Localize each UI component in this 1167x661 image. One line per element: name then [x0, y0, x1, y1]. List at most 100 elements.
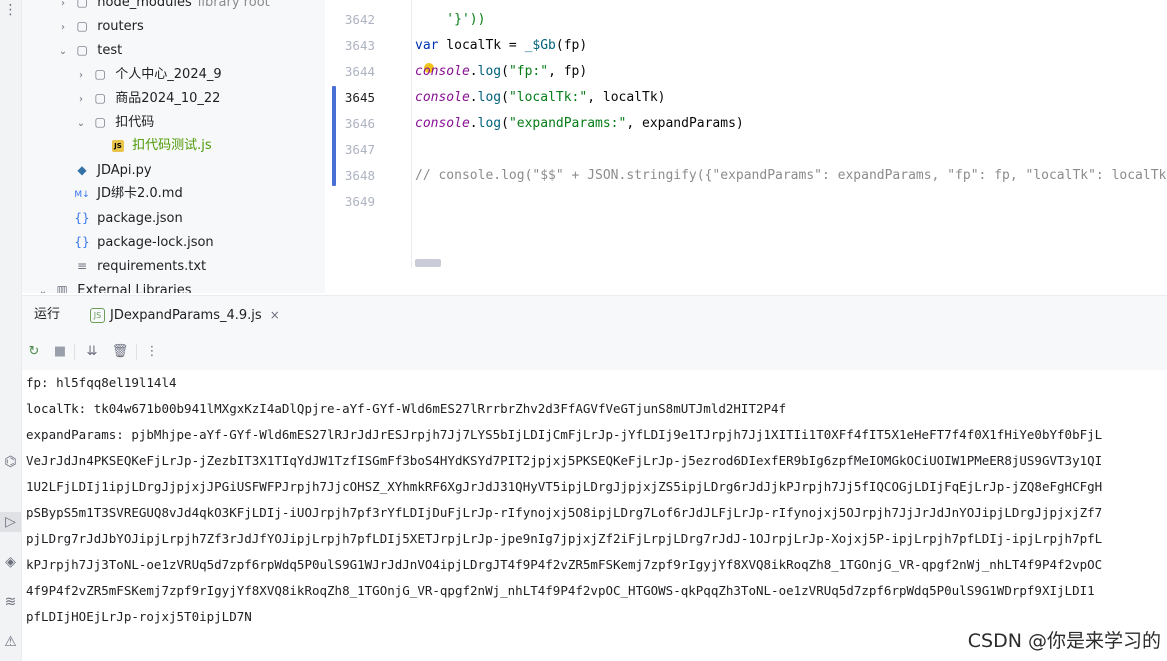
code-token: var: [415, 38, 439, 53]
scroll-to-end-icon[interactable]: ⇊: [82, 342, 102, 362]
tree-item-label: JD绑卡2.0.md: [97, 186, 183, 201]
code-line[interactable]: console.log("localTk:", localTk): [415, 85, 666, 111]
python-packages-icon[interactable]: ◈: [0, 552, 21, 572]
library-icon: ▥: [56, 283, 68, 293]
line-number: 3647: [344, 142, 375, 157]
run-toolbar: ↻ ■ ⇊ 🗑 ⋮: [22, 334, 1167, 370]
project-tree: › ▢ node_modules library root › ▢ routers…: [22, 0, 325, 293]
chevron-down-icon[interactable]: ⌄: [74, 112, 88, 136]
tree-item-package-lock[interactable]: {} package-lock.json: [74, 230, 214, 254]
chevron-right-icon[interactable]: ›: [74, 64, 88, 88]
code-token: console: [415, 90, 470, 105]
tree-item-requirements[interactable]: ≡ requirements.txt: [74, 254, 206, 278]
console-line: fp: hl5fqq8el19l14l4: [26, 375, 177, 390]
run-tool-window-header: 运行 JS JDexpandParams_4.9.js ×: [22, 295, 1167, 336]
js-file-icon: JS: [112, 139, 124, 152]
watermark: CSDN @你是来学习的: [967, 630, 1161, 652]
code-line[interactable]: '}')): [415, 7, 485, 33]
services-icon[interactable]: ⌬: [0, 452, 21, 472]
code-token: _$Gb: [524, 38, 556, 53]
console-line: localTk: tk04w671b00b941lMXgxKzI4aDlQpjr…: [26, 401, 787, 416]
tree-item-label: JDApi.py: [97, 163, 152, 178]
tree-item-label: 商品2024_10_22: [115, 91, 221, 106]
tree-item-label: 扣代码测试.js: [132, 138, 212, 153]
nodejs-icon: JS: [90, 308, 105, 323]
tree-item-label: package-lock.json: [97, 235, 214, 250]
layers-icon[interactable]: ≋: [0, 592, 21, 612]
text-file-icon: ≡: [76, 259, 88, 273]
code-token: "localTk:": [508, 90, 588, 105]
console-line: expandParams: pjbMhjpe-aYf-GYf-Wld6mES27…: [26, 427, 1103, 442]
library-root-hint: library root: [197, 0, 270, 10]
tree-item-label: package.json: [97, 211, 183, 226]
line-number: 3646: [344, 116, 375, 131]
clear-all-icon[interactable]: 🗑: [110, 342, 130, 362]
tree-item-label: External Libraries: [77, 283, 192, 293]
console-line: pjLDrg7rJdJbYOJipjLrpjh7Zf3rJdJfYOJipjLr…: [26, 531, 1103, 546]
tree-item-routers[interactable]: › ▢ routers: [56, 14, 144, 38]
stop-icon[interactable]: ■: [50, 342, 70, 362]
python-file-icon: ◆: [77, 163, 87, 177]
tree-item-kou-daima[interactable]: ⌄ ▢ 扣代码: [74, 110, 155, 136]
tab-run-config[interactable]: JS JDexpandParams_4.9.js ×: [86, 296, 284, 336]
code-token: log: [477, 90, 502, 105]
chevron-right-icon[interactable]: ›: [74, 88, 88, 112]
code-line[interactable]: var localTk = _$Gb(fp): [415, 33, 587, 59]
code-token: (: [501, 90, 509, 105]
tree-item-md[interactable]: M↓ JD绑卡2.0.md: [74, 182, 183, 206]
line-number: 3649: [344, 194, 375, 209]
json-file-icon: {}: [74, 235, 90, 249]
close-icon[interactable]: ×: [270, 308, 280, 322]
code-token: .: [469, 90, 478, 105]
code-token: , expandParams): [626, 116, 744, 131]
tree-item-personal-center[interactable]: › ▢ 个人中心_2024_9: [74, 62, 222, 86]
code-token: , fp): [548, 64, 588, 79]
code-token: (: [501, 116, 509, 131]
code-token: , localTk): [587, 90, 666, 105]
code-token: console: [415, 64, 470, 79]
console-output[interactable]: fp: hl5fqq8el19l14l4 localTk: tk04w671b00…: [22, 370, 1167, 661]
tab-run[interactable]: 运行: [34, 296, 60, 334]
code-token: localTk =: [438, 38, 525, 53]
line-number: 3644: [344, 64, 375, 79]
code-token: (fp): [555, 38, 588, 53]
editor-horizontal-scrollbar[interactable]: [415, 259, 441, 267]
line-number: 3643: [344, 38, 375, 53]
code-token: // console.log("$$" + JSON.stringify({"e…: [415, 168, 1167, 183]
tree-item-label: routers: [97, 19, 144, 34]
console-line: kPJrpjh7Jj3ToNL-oe1zVRUq5d7zpf6rpWdq5P0u…: [26, 557, 1103, 572]
chevron-down-icon[interactable]: ⌄: [56, 40, 70, 64]
console-line: 4f9P4f2vZR5mFSKemj7zpf9rIgyjYf8XVQ8ikRoq…: [26, 583, 1095, 598]
tree-item-label: 个人中心_2024_9: [115, 67, 222, 82]
code-token: "expandParams:": [508, 116, 627, 131]
rerun-icon[interactable]: ↻: [24, 342, 44, 362]
tree-item-node-modules[interactable]: › ▢ node_modules library root: [56, 0, 270, 14]
code-line[interactable]: // console.log("$$" + JSON.stringify({"e…: [415, 163, 1167, 189]
tree-item-package-json[interactable]: {} package.json: [74, 206, 183, 230]
line-number: 3645: [344, 90, 375, 105]
line-gutter: 3642 3643 3644 3645 3646 3647 3648 3649: [325, 0, 411, 293]
tree-item-label: node_modules: [97, 0, 192, 10]
tree-item-jdapi[interactable]: ◆ JDApi.py: [74, 158, 152, 182]
problems-icon[interactable]: ⚠: [0, 632, 21, 652]
code-line[interactable]: console.log("expandParams:", expandParam…: [415, 111, 744, 137]
tree-item-test[interactable]: ⌄ ▢ test: [56, 38, 122, 62]
more-icon[interactable]: ⋮: [0, 0, 21, 20]
toolbar-divider: [136, 344, 137, 360]
more-options-icon[interactable]: ⋮: [142, 342, 162, 362]
chevron-right-icon[interactable]: ›: [56, 16, 70, 40]
chevron-down-icon[interactable]: ⌄: [36, 280, 50, 293]
code-line[interactable]: console.log("fp:", fp): [415, 59, 587, 85]
code-token: log: [477, 116, 502, 131]
folder-icon: ▢: [76, 19, 88, 33]
code-editor[interactable]: 3642 3643 3644 3645 3646 3647 3648 3649 '}')) va…: [325, 0, 1167, 293]
line-number: 3642: [344, 12, 375, 27]
tree-item-external-libraries[interactable]: ⌄ ▥ External Libraries: [36, 278, 192, 293]
console-line: pSBypS5m1T3SVREGUQ8vJd4qkO3KFjLDIj-iUOJr…: [26, 505, 1103, 520]
run-icon[interactable]: ▷: [0, 512, 21, 532]
code-token: .: [469, 116, 478, 131]
tree-item-goods[interactable]: › ▢ 商品2024_10_22: [74, 86, 220, 110]
console-line: VeJrJdJn4PKSEQKeFjLrJp-jZezbIT3X1TIqYdJW…: [26, 453, 1103, 468]
tree-item-test-js[interactable]: JS 扣代码测试.js: [112, 134, 212, 158]
activity-bar: ⋮ ⌬ ▷ ◈ ≋ ⚠: [0, 0, 22, 661]
